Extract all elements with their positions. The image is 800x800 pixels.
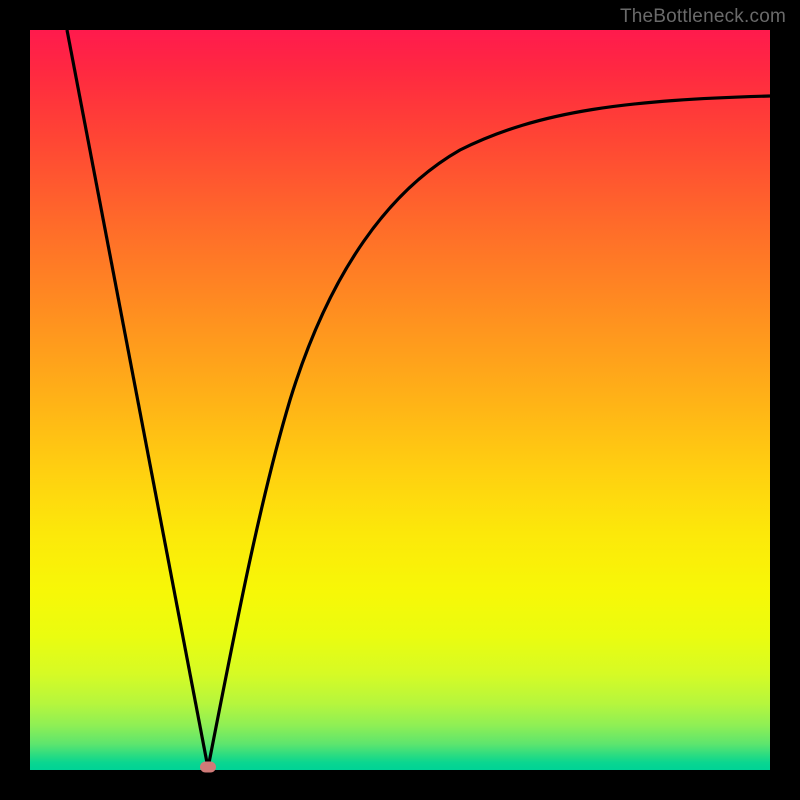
watermark-text: TheBottleneck.com xyxy=(620,6,786,28)
chart-frame: TheBottleneck.com xyxy=(0,0,800,800)
curve-left-segment xyxy=(67,30,208,768)
bottleneck-curve xyxy=(30,30,770,770)
curve-right-segment xyxy=(208,96,770,768)
plot-area xyxy=(30,30,770,770)
minimum-marker xyxy=(200,762,216,773)
